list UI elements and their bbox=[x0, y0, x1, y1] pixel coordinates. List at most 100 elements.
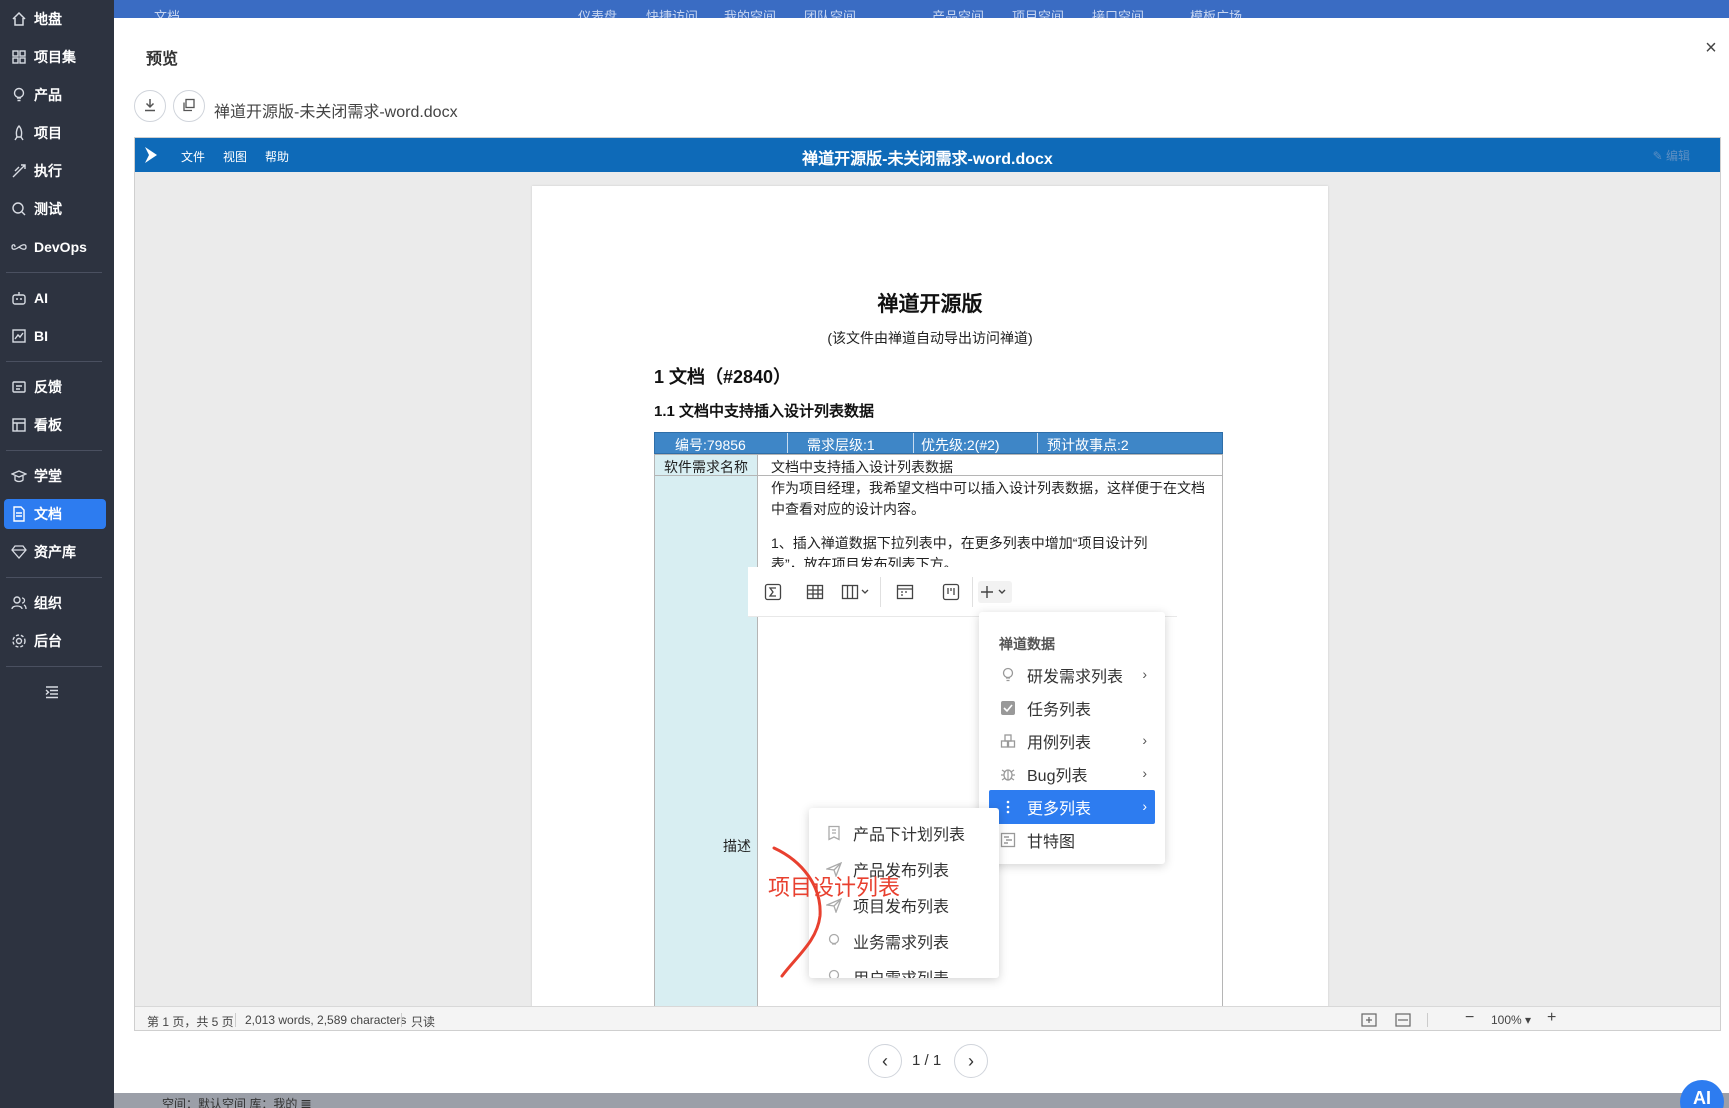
top-nav-item[interactable]: 接口空间 bbox=[1092, 6, 1144, 18]
chevron-right-icon: › bbox=[1142, 765, 1147, 781]
top-nav-item[interactable]: 项目空间 bbox=[1012, 6, 1064, 18]
top-nav-item[interactable]: 快捷访问 bbox=[646, 6, 698, 18]
sidebar-item-label: 产品 bbox=[34, 87, 62, 103]
page-scroll-area[interactable]: 禅道开源版 (该文件由禅道自动导出访问禅道) 1 文档（#2840） 1.1 文… bbox=[135, 172, 1720, 1006]
page-info: 第 1 页，共 5 页 bbox=[147, 1015, 234, 1029]
sidebar-divider bbox=[6, 666, 102, 667]
sidebar-item-doc[interactable]: 文档 bbox=[4, 499, 106, 529]
chevron-right-icon: › bbox=[1142, 732, 1147, 748]
dropdown-item[interactable]: 任务列表 bbox=[989, 691, 1155, 725]
dropdown-item[interactable]: Bug列表 › bbox=[989, 757, 1155, 791]
top-nav-item[interactable]: 文档 bbox=[154, 6, 180, 18]
dropdown-item-label: 甘特图 bbox=[1027, 834, 1076, 851]
dropdown-item[interactable]: 研发需求列表 › bbox=[989, 658, 1155, 692]
sidebar-item-label: AI bbox=[34, 290, 48, 306]
sidebar-item-test[interactable]: 测试 bbox=[4, 194, 106, 224]
indent-icon[interactable] bbox=[44, 684, 62, 702]
page-indicator: 1 / 1 bbox=[912, 1052, 942, 1069]
feedback-icon bbox=[10, 378, 28, 396]
pager: ‹ 1 / 1 › bbox=[114, 1044, 1729, 1080]
sidebar-item-program[interactable]: 项目集 bbox=[4, 42, 106, 72]
dropdown-item-label: Bug列表 bbox=[1027, 768, 1088, 785]
edit-button[interactable]: ✎ 编辑 bbox=[1653, 147, 1690, 164]
sidebar-item-org[interactable]: 组织 bbox=[4, 588, 106, 618]
zoom-out-button[interactable]: − bbox=[1465, 1009, 1474, 1027]
sidebar-item-label: 执行 bbox=[34, 163, 62, 179]
people-icon bbox=[10, 594, 28, 612]
chevron-right-icon: › bbox=[1142, 666, 1147, 682]
dropdown-item[interactable]: 甘特图 bbox=[989, 823, 1155, 857]
viewer-status-bar: 第 1 页，共 5 页 2,013 words, 2,589 character… bbox=[135, 1006, 1720, 1030]
columns-icon bbox=[840, 581, 874, 603]
top-nav-bar: 文档 仪表盘 快捷访问 我的空间 团队空间 产品空间 项目空间 接口空间 模板广… bbox=[114, 0, 1729, 18]
toolbar-divider bbox=[880, 577, 881, 607]
sidebar-item-label: DevOps bbox=[34, 239, 87, 255]
case-icon bbox=[999, 732, 1017, 750]
download-icon bbox=[143, 98, 157, 115]
table-value-cell: 文档中支持插入设计列表数据 bbox=[758, 454, 1223, 476]
doc-subtitle: (该文件由禅道自动导出访问禅道) bbox=[827, 330, 1033, 346]
fit-width-icon[interactable] bbox=[1395, 1013, 1411, 1030]
table-icon bbox=[804, 581, 826, 603]
school-icon bbox=[10, 467, 28, 485]
sidebar-item-label: 学堂 bbox=[34, 468, 62, 484]
download-button[interactable] bbox=[134, 90, 166, 122]
embedded-editor-toolbar bbox=[748, 567, 1177, 617]
sidebar-item-feedback[interactable]: 反馈 bbox=[4, 372, 106, 402]
status-divider bbox=[1427, 1013, 1428, 1027]
read-mode: 只读 bbox=[411, 1015, 436, 1029]
plan-icon bbox=[825, 824, 843, 842]
bottom-status-strip: 空间：默认空间 库：我的 𝌆 bbox=[114, 1093, 1729, 1108]
copy-button[interactable] bbox=[173, 90, 205, 122]
more-vertical-icon bbox=[999, 798, 1017, 816]
top-nav-item[interactable]: 团队空间 bbox=[804, 6, 856, 18]
bug-icon bbox=[999, 765, 1017, 783]
table-label-cell: 软件需求名称 bbox=[654, 454, 758, 476]
dropdown-item-label: 研发需求列表 bbox=[1027, 669, 1124, 686]
modal-title: 预览 bbox=[146, 51, 179, 68]
sidebar-item-kanban[interactable]: 看板 bbox=[4, 410, 106, 440]
submenu-item[interactable]: 产品下计划列表 bbox=[825, 818, 965, 848]
doc-heading-1: 1 文档（#2840） bbox=[654, 367, 792, 387]
sidebar-item-assets[interactable]: 资产库 bbox=[4, 537, 106, 567]
copy-icon bbox=[182, 98, 196, 115]
sidebar-item-label: 组织 bbox=[34, 595, 62, 611]
sidebar-item-home[interactable]: 地盘 bbox=[4, 4, 106, 34]
top-nav-item[interactable]: 产品空间 bbox=[932, 6, 984, 18]
chevron-left-icon: ‹ bbox=[882, 1050, 888, 1071]
annotation-text: 项目设计列表 bbox=[768, 875, 901, 900]
bulb-icon bbox=[10, 86, 28, 104]
sidebar-item-execution[interactable]: 执行 bbox=[4, 156, 106, 186]
close-button[interactable]: × bbox=[1699, 36, 1723, 60]
fit-page-icon[interactable] bbox=[1361, 1013, 1377, 1030]
sidebar-item-label: 后台 bbox=[34, 633, 62, 649]
zoom-in-button[interactable]: + bbox=[1547, 1009, 1556, 1027]
next-page-button[interactable]: › bbox=[954, 1044, 988, 1078]
table-header-cell: 编号:79856 bbox=[675, 437, 746, 453]
sidebar-item-product[interactable]: 产品 bbox=[4, 80, 106, 110]
word-count: 2,013 words, 2,589 characters bbox=[245, 1013, 407, 1027]
sidebar-item-bi[interactable]: BI bbox=[4, 321, 106, 351]
sidebar-item-label: 测试 bbox=[34, 201, 62, 217]
top-nav-item[interactable]: 仪表盘 bbox=[578, 6, 617, 18]
zoom-select[interactable]: 100% ▾ bbox=[1491, 1013, 1531, 1027]
sidebar-item-school[interactable]: 学堂 bbox=[4, 461, 106, 491]
file-name: 禅道开源版-未关闭需求-word.docx bbox=[214, 104, 458, 121]
edit-label: 编辑 bbox=[1665, 149, 1690, 163]
sidebar-item-admin[interactable]: 后台 bbox=[4, 626, 106, 656]
table-header-divider bbox=[913, 433, 914, 453]
submenu-item-label: 产品下计划列表 bbox=[853, 827, 966, 844]
dropdown-item[interactable]: 用例列表 › bbox=[989, 724, 1155, 758]
sidebar-item-label: 地盘 bbox=[34, 11, 62, 27]
prev-page-button[interactable]: ‹ bbox=[868, 1044, 902, 1078]
top-nav-item[interactable]: 我的空间 bbox=[724, 6, 776, 18]
sidebar-item-devops[interactable]: DevOps bbox=[4, 232, 106, 262]
document-icon bbox=[10, 505, 28, 523]
dropdown-item-label: 更多列表 bbox=[1027, 801, 1092, 818]
preview-modal: 预览 × 禅道开源版-未关闭需求-word.docx 文件 视图 帮助 禅道开源… bbox=[114, 18, 1729, 1093]
dropdown-item-selected[interactable]: 更多列表 › bbox=[989, 790, 1155, 824]
edit-icon: ✎ bbox=[1652, 149, 1666, 163]
sidebar-item-project[interactable]: 项目 bbox=[4, 118, 106, 148]
top-nav-item[interactable]: 模板广场 bbox=[1190, 6, 1242, 18]
sidebar-item-ai[interactable]: AI bbox=[4, 283, 106, 313]
